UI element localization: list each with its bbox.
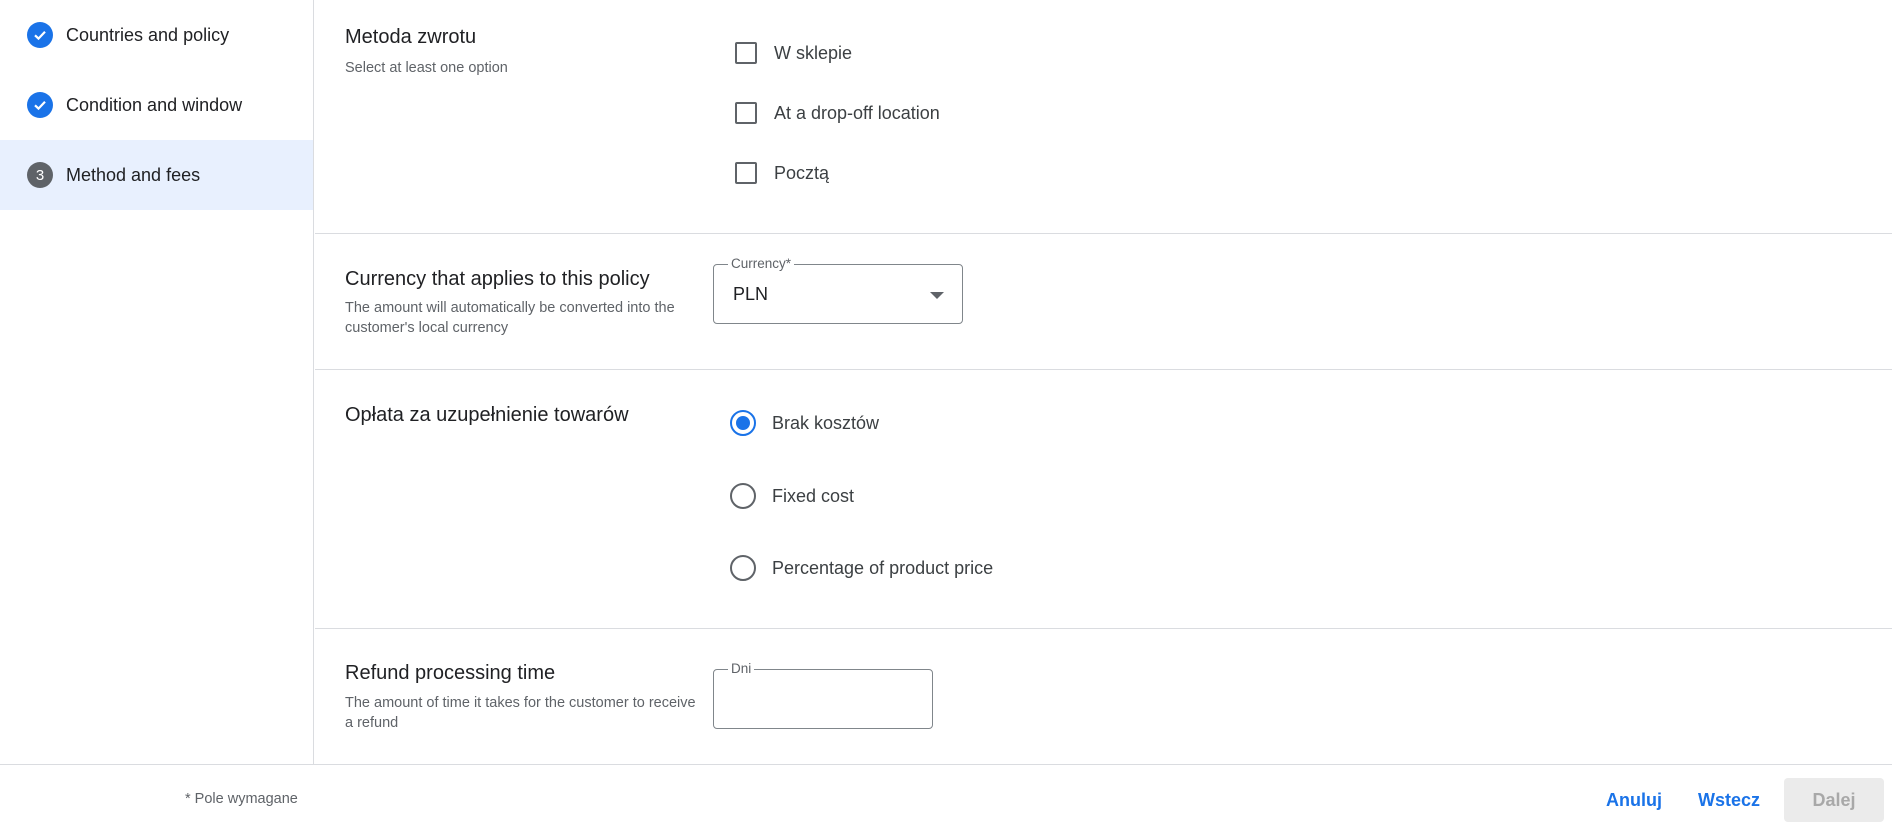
check-circle-icon <box>27 22 53 48</box>
refund-time-section: Refund processing time The amount of tim… <box>315 629 1892 764</box>
step-condition-and-window[interactable]: Condition and window <box>0 70 313 140</box>
select-value: PLN <box>733 284 769 304</box>
step-label: Condition and window <box>66 94 243 115</box>
step-label: Method and fees <box>66 164 201 185</box>
radio-button[interactable] <box>730 410 756 436</box>
restocking-fee-section: Opłata za uzupełnienie towarów Brak kosz… <box>315 370 1892 629</box>
checkbox-in-store[interactable]: W sklepie <box>735 42 852 64</box>
main-form: Metoda zwrotu Select at least one option… <box>315 0 1892 764</box>
radio-label: Percentage of product price <box>772 557 994 578</box>
radio-percentage[interactable]: Percentage of product price <box>730 555 993 581</box>
required-fields-note: * Pole wymagane <box>185 791 298 807</box>
section-description: Select at least one option <box>345 60 508 76</box>
step-label: Countries and policy <box>66 24 230 45</box>
check-circle-icon <box>27 92 53 118</box>
section-description: The amount of time it takes for the cust… <box>345 695 696 731</box>
step-number-icon: 3 <box>27 162 53 188</box>
checkbox-box[interactable] <box>735 42 757 64</box>
radio-no-cost[interactable]: Brak kosztów <box>730 410 879 436</box>
days-input[interactable] <box>722 682 924 716</box>
cancel-button[interactable]: Anuluj <box>1594 778 1674 822</box>
field-label: Dni <box>728 661 755 676</box>
section-description: The amount will automatically be convert… <box>345 300 675 336</box>
dropdown-arrow-icon <box>930 292 944 299</box>
section-title: Metoda zwrotu <box>345 26 477 48</box>
radio-button[interactable] <box>730 555 756 581</box>
checkbox-box[interactable] <box>735 162 757 184</box>
checkbox-by-mail[interactable]: Pocztą <box>735 162 829 184</box>
currency-select[interactable]: Currency* PLN <box>713 256 963 324</box>
stepper-sidebar: Countries and policy Condition and windo… <box>0 0 314 764</box>
step-countries-and-policy[interactable]: Countries and policy <box>0 0 313 70</box>
radio-label: Fixed cost <box>772 485 855 506</box>
checkbox-box[interactable] <box>735 102 757 124</box>
footer-bar: * Pole wymagane Anuluj Wstecz Dalej <box>0 764 1892 825</box>
checkbox-label: Pocztą <box>774 162 830 183</box>
checkbox-label: At a drop-off location <box>774 102 940 123</box>
field-label: Currency* <box>728 256 795 271</box>
radio-label: Brak kosztów <box>772 412 880 433</box>
radio-fixed-cost[interactable]: Fixed cost <box>730 483 854 509</box>
checkbox-label: W sklepie <box>774 42 853 63</box>
days-field[interactable]: Dni <box>713 661 933 729</box>
radio-button[interactable] <box>730 483 756 509</box>
next-button[interactable]: Dalej <box>1784 778 1884 822</box>
currency-section: Currency that applies to this policy The… <box>315 234 1892 370</box>
step-method-and-fees[interactable]: 3 Method and fees <box>0 140 313 210</box>
section-title: Opłata za uzupełnienie towarów <box>345 404 629 426</box>
return-method-section: Metoda zwrotu Select at least one option… <box>315 0 1892 234</box>
section-title: Refund processing time <box>345 662 556 684</box>
checkbox-drop-off[interactable]: At a drop-off location <box>735 102 940 124</box>
section-title: Currency that applies to this policy <box>345 268 650 290</box>
back-button[interactable]: Wstecz <box>1686 778 1772 822</box>
